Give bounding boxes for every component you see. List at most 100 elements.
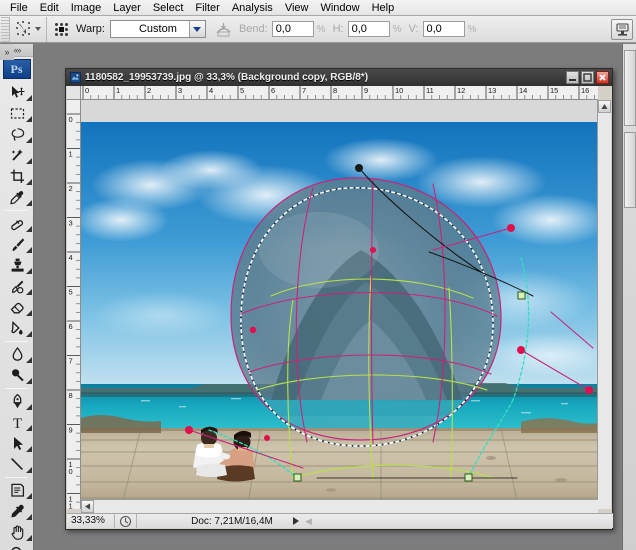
reference-point-grid[interactable] [54,22,69,37]
flyout-triangle-icon[interactable] [26,446,32,452]
menu-item-edit[interactable]: Edit [34,0,65,16]
minimize-button[interactable] [566,71,579,84]
lasso-tool[interactable] [0,124,34,145]
resize-grip-icon[interactable]: ◀ [305,516,312,527]
menu-item-image[interactable]: Image [65,0,108,16]
flyout-triangle-icon[interactable] [26,310,32,316]
eraser-tool[interactable] [0,297,34,318]
flyout-triangle-icon[interactable] [26,514,32,520]
flyout-triangle-icon[interactable] [26,158,32,164]
panel-dock-segment-2[interactable] [623,132,636,208]
document-status-bar: 33,33% Doc: 7,21M/16,4M ◀ [67,513,613,528]
svg-text:14: 14 [519,86,527,95]
change-warp-orientation-icon[interactable] [215,21,232,38]
flyout-triangle-icon[interactable] [26,289,32,295]
menu-item-window[interactable]: Window [314,0,365,16]
ref-point-mr[interactable] [65,27,68,31]
crop-tool[interactable] [0,166,34,187]
ref-point-tc[interactable] [60,22,63,26]
clone-stamp-tool[interactable] [0,255,34,276]
close-button[interactable] [596,71,609,84]
ref-point-bc[interactable] [60,32,63,36]
bend-input[interactable]: 0,0 [271,21,314,37]
flyout-triangle-icon[interactable] [26,404,32,410]
chevron-down-icon[interactable] [188,21,205,37]
dodge-tool[interactable] [0,365,34,386]
magic-wand-tool[interactable] [0,145,34,166]
panel-dock-collapsed[interactable] [622,44,636,550]
type-tool[interactable]: T [0,412,34,433]
horizontal-ruler[interactable]: 0 1 2 3 4 5 6 7 8 9 10 11 12 13 14 15 16 [81,86,598,100]
eyedropper-slice-tool[interactable] [0,187,34,208]
gradient-tool[interactable] [0,318,34,339]
flyout-triangle-icon[interactable] [26,116,32,122]
tool-panel-expand-tab[interactable]: » [0,44,14,60]
ruler-corner[interactable] [67,86,81,100]
menu-item-view[interactable]: View [279,0,315,16]
scroll-left-button[interactable] [81,500,94,513]
hand-tool[interactable] [0,522,34,543]
document-title-bar[interactable]: 1180582_19953739.jpg @ 33,3% (Background… [66,69,612,86]
ref-point-tl[interactable] [55,22,58,26]
svg-text:4: 4 [209,86,213,95]
tool-preset-chevron-down-icon[interactable] [35,27,41,31]
warp-style-select[interactable]: Custom [109,20,206,38]
flyout-triangle-icon[interactable] [26,268,32,274]
tool-divider [5,477,28,478]
canvas-area[interactable] [81,100,598,509]
rectangular-marquee-tool[interactable] [0,103,34,124]
flyout-triangle-icon[interactable] [26,226,32,232]
line-shape-tool[interactable] [0,454,34,475]
blur-tool[interactable] [0,344,34,365]
zoom-level-field[interactable]: 33,33% [67,514,115,528]
flyout-triangle-icon[interactable] [26,493,32,499]
image-canvas[interactable] [81,100,598,509]
history-brush-tool[interactable] [0,276,34,297]
tool-preset-picker[interactable] [10,16,47,42]
svg-text:11: 11 [69,495,73,510]
spot-healing-brush-tool[interactable] [0,213,34,234]
flyout-triangle-icon[interactable] [26,357,32,363]
color-sampler-eyedropper-tool[interactable] [0,501,34,522]
ref-point-bl[interactable] [55,32,58,36]
ref-point-ml[interactable] [55,27,58,31]
menu-item-filter[interactable]: Filter [189,0,225,16]
vertical-distortion-unit: % [467,23,477,35]
ref-point-center[interactable] [59,26,64,32]
pen-tool[interactable] [0,391,34,412]
horizontal-distortion-input[interactable]: 0,0 [347,21,390,37]
flyout-triangle-icon[interactable] [26,331,32,337]
panel-dock-segment-1[interactable] [623,50,636,126]
path-selection-tool[interactable] [0,433,34,454]
go-to-bridge-button[interactable] [611,19,633,40]
flyout-triangle-icon[interactable] [26,200,32,206]
flyout-triangle-icon[interactable] [26,179,32,185]
flyout-triangle-icon[interactable] [26,467,32,473]
menu-item-analysis[interactable]: Analysis [226,0,279,16]
brush-tool[interactable] [0,234,34,255]
zoom-tool[interactable] [0,543,34,550]
scroll-up-button[interactable] [598,100,611,113]
flyout-triangle-icon[interactable] [26,378,32,384]
vertical-scrollbar[interactable] [597,100,611,509]
ref-point-tr[interactable] [65,22,68,26]
menu-item-help[interactable]: Help [366,0,401,16]
notes-tool[interactable] [0,480,34,501]
flyout-triangle-icon[interactable] [26,425,32,431]
flyout-triangle-icon[interactable] [26,95,32,101]
vertical-distortion-label: V: [408,23,419,35]
ref-point-br[interactable] [65,32,68,36]
flyout-triangle-icon[interactable] [26,535,32,541]
menu-item-layer[interactable]: Layer [107,0,147,16]
options-bar-grip[interactable] [1,16,10,42]
maximize-button[interactable] [581,71,594,84]
vertical-ruler[interactable]: 0 1 2 3 4 5 6 7 8 9 10 11 [67,100,81,509]
move-tool[interactable] [0,82,34,103]
vertical-distortion-input[interactable]: 0,0 [422,21,465,37]
menu-item-select[interactable]: Select [147,0,190,16]
flyout-triangle-icon[interactable] [26,247,32,253]
status-menu-arrow-icon[interactable] [293,517,299,525]
horizontal-scrollbar[interactable] [81,499,598,513]
menu-item-file[interactable]: File [4,0,34,16]
flyout-triangle-icon[interactable] [26,137,32,143]
